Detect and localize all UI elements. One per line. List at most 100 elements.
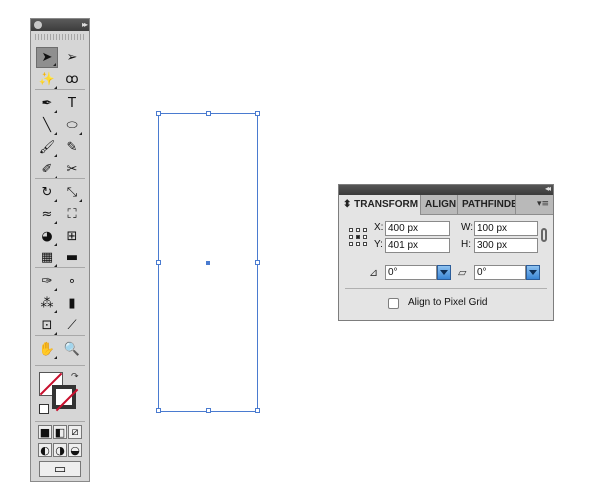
hand-icon: ✋ (38, 342, 56, 357)
column-graph-tool[interactable]: ▮ (61, 293, 83, 314)
mesh-icon: ▦ (40, 250, 54, 265)
scale-icon: ⤡ (66, 185, 78, 200)
type-icon: T (68, 96, 76, 111)
constrain-proportions-link-icon[interactable] (541, 228, 547, 242)
ref-point-bottom[interactable] (356, 242, 360, 246)
collapse-panel-icon[interactable]: ▸▸ (82, 19, 88, 31)
w-label: W: (461, 222, 474, 233)
panel-grip[interactable] (35, 34, 85, 40)
selected-rectangle[interactable] (156, 111, 260, 413)
lasso-icon: ꝏ (65, 72, 79, 87)
free-transform-icon: ⛶ (67, 207, 77, 222)
shear-field[interactable]: 0° (474, 265, 526, 280)
x-field[interactable]: 400 px (385, 221, 450, 236)
panel-menu-icon[interactable]: ▾≡ (537, 195, 549, 214)
ref-point-top[interactable] (356, 228, 360, 232)
default-fill-stroke-icon[interactable] (39, 404, 49, 414)
ref-point-bottom-left[interactable] (349, 242, 353, 246)
direct-selection-tool[interactable]: ➢ (61, 47, 83, 68)
ref-point-center[interactable] (356, 235, 360, 239)
magic-wand-tool[interactable]: ✨ (36, 69, 58, 90)
line-segment-tool[interactable]: ╲ (36, 115, 58, 136)
close-icon[interactable] (34, 21, 42, 29)
flyout-indicator-icon (54, 154, 57, 157)
blend-tool[interactable]: ∘ (61, 271, 83, 292)
resize-handle-top-right[interactable] (255, 111, 260, 116)
draw-inside-button[interactable]: ◒ (68, 443, 82, 457)
rotate-dropdown-button[interactable] (437, 265, 451, 280)
artboard-tool[interactable]: ⊡ (36, 315, 58, 336)
align-pixel-grid-checkbox[interactable] (388, 298, 399, 309)
h-field[interactable]: 300 px (474, 238, 538, 253)
resize-handle-left[interactable] (156, 260, 161, 265)
tool-separator (35, 267, 85, 268)
slice-icon: ⟋ (67, 318, 77, 333)
blob-brush-tool[interactable]: ✐ (36, 159, 58, 180)
resize-handle-bottom-right[interactable] (255, 408, 260, 413)
resize-handle-bottom-left[interactable] (156, 408, 161, 413)
tools-panel-titlebar[interactable]: ▸▸ (31, 19, 89, 31)
slice-tool[interactable]: ⟋ (61, 315, 83, 336)
selection-tool[interactable]: ➤ (36, 47, 58, 68)
collapse-panel-icon[interactable]: ◂◂ (545, 184, 551, 194)
perspective-grid-tool[interactable]: ⊞ (61, 226, 83, 247)
draw-behind-button[interactable]: ◑ (53, 443, 67, 457)
shear-dropdown-button[interactable] (526, 265, 540, 280)
ref-point-right[interactable] (363, 235, 367, 239)
resize-handle-right[interactable] (255, 260, 260, 265)
ref-point-top-right[interactable] (363, 228, 367, 232)
draw-normal-icon: ◐ (40, 443, 50, 457)
shape-builder-icon: ◕ (41, 229, 53, 244)
ellipse-tool[interactable]: ⬭ (61, 115, 83, 136)
column-graph-icon: ▮ (68, 296, 76, 311)
warp-icon: ≈ (41, 207, 53, 222)
change-screen-mode-button[interactable]: ▭ (39, 461, 81, 477)
hand-tool[interactable]: ✋ (36, 339, 58, 360)
tab-align[interactable]: ALIGN (421, 195, 458, 214)
symbol-sprayer-tool[interactable]: ⁂ (36, 293, 58, 314)
eyedropper-tool[interactable]: ✑ (36, 271, 58, 292)
warp-tool[interactable]: ≈ (36, 204, 58, 225)
ref-point-left[interactable] (349, 235, 353, 239)
paintbrush-tool[interactable]: 🖌 (36, 137, 58, 158)
pen-tool[interactable]: ✒ (36, 93, 58, 114)
mesh-tool[interactable]: ▦ (36, 247, 58, 268)
rotate-tool[interactable]: ↻ (36, 182, 58, 203)
w-field[interactable]: 100 px (474, 221, 538, 236)
tool-separator (35, 421, 85, 422)
free-transform-tool[interactable]: ⛶ (61, 204, 83, 225)
gradient-mode-icon: ◧ (54, 425, 66, 439)
type-tool[interactable]: T (61, 93, 83, 114)
resize-handle-top-left[interactable] (156, 111, 161, 116)
ref-point-top-left[interactable] (349, 228, 353, 232)
none-mode-button[interactable]: ⧄ (68, 425, 82, 439)
ref-point-bottom-right[interactable] (363, 242, 367, 246)
y-field[interactable]: 401 px (385, 238, 450, 253)
scale-tool[interactable]: ⤡ (61, 182, 83, 203)
align-pixel-grid-label[interactable]: Align to Pixel Grid (408, 297, 487, 308)
tab-transform[interactable]: ⬍ TRANSFORM (339, 195, 421, 215)
pencil-tool[interactable]: ✎ (61, 137, 83, 158)
resize-handle-top[interactable] (206, 111, 211, 116)
color-mode-button[interactable]: ■ (38, 425, 52, 439)
rotate-field[interactable]: 0° (385, 265, 437, 280)
rotate-icon: ↻ (41, 185, 53, 200)
lasso-tool[interactable]: ꝏ (61, 69, 83, 90)
stroke-swatch[interactable] (52, 385, 76, 409)
resize-handle-bottom[interactable] (206, 408, 211, 413)
draw-normal-button[interactable]: ◐ (38, 443, 52, 457)
tab-pathfinder[interactable]: PATHFINDE (458, 195, 516, 214)
gradient-mode-button[interactable]: ◧ (53, 425, 67, 439)
symbol-sprayer-icon: ⁂ (40, 296, 54, 311)
gradient-tool[interactable]: ▬ (61, 247, 83, 268)
transform-panel-titlebar[interactable]: ◂◂ (339, 184, 553, 195)
tools-panel: ▸▸ ➤ ➢ ✨ ꝏ ✒ T ╲ ⬭ 🖌 ✎ ✐ ✂ ↻ ⤡ ≈ ⛶ ◕ ⊞ ▦ ▬ ✑ ∘ ⁂ ▮ ⊡ ⟋ ✋ 🔍 ■ ◧ ⧄ ◐ ◑ ◒ ▭ ↷ (30, 18, 90, 482)
scissors-tool[interactable]: ✂ (61, 159, 83, 180)
ellipse-icon: ⬭ (66, 118, 78, 133)
swap-fill-stroke-icon[interactable]: ↷ (71, 372, 79, 382)
reference-point-locator[interactable] (349, 228, 367, 246)
gradient-icon: ▬ (65, 250, 79, 265)
shape-builder-tool[interactable]: ◕ (36, 226, 58, 247)
zoom-tool[interactable]: 🔍 (61, 339, 83, 360)
fill-stroke-control: ↷ (39, 372, 83, 416)
